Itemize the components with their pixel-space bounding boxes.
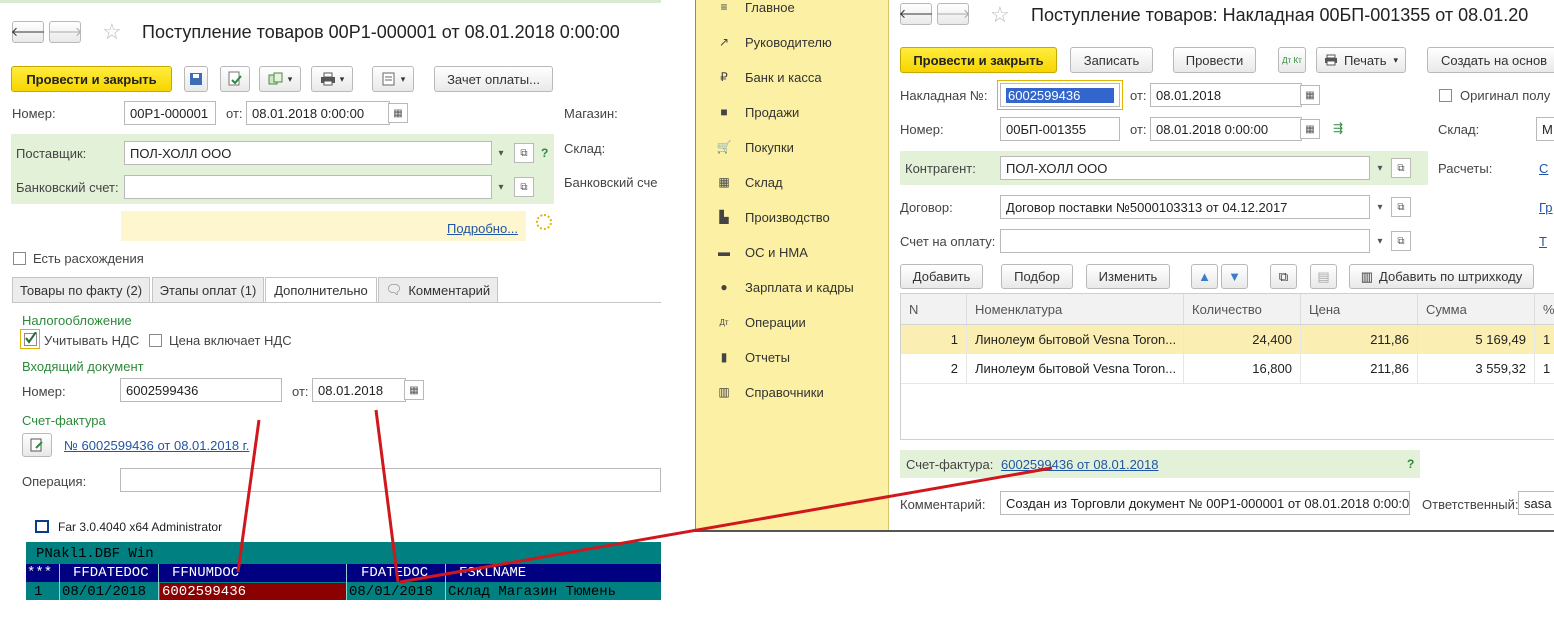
annotation-line-date: [374, 409, 400, 583]
annotation-line-invoice: [399, 466, 1053, 584]
annotation-line-number: [236, 419, 261, 573]
annotation-overlay: [236, 409, 1053, 584]
